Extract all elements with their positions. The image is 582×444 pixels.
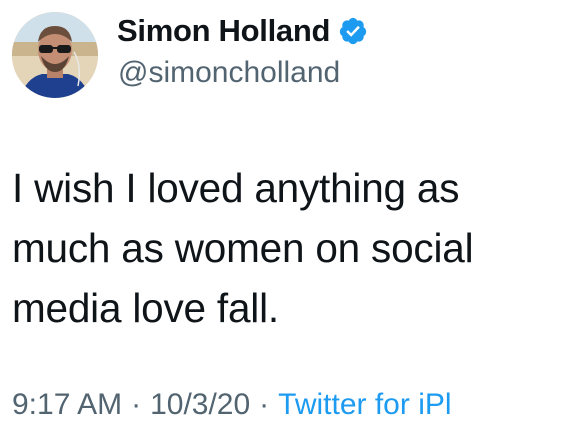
tweet-card: Simon Holland @simoncholland I wish I lo… xyxy=(0,0,582,444)
profile-photo xyxy=(12,12,98,98)
tweet-time[interactable]: 9:17 AM xyxy=(12,388,122,421)
author-name-row: Simon Holland xyxy=(117,10,368,52)
tweet-text-line: I wish I loved anything as xyxy=(12,165,460,211)
tweet-date[interactable]: 10/3/20 xyxy=(150,388,250,421)
tweet-text-line: much as women on social xyxy=(12,225,474,271)
tweet-text-line: media love fall. xyxy=(12,285,279,331)
tweet-source-link[interactable]: Twitter for iPl xyxy=(278,388,451,421)
tweet-meta: 9:17 AM · 10/3/20 · Twitter for iPl xyxy=(12,388,452,422)
verified-badge-icon xyxy=(338,16,368,46)
username-handle[interactable]: @simoncholland xyxy=(118,56,340,90)
meta-separator: · xyxy=(131,388,142,421)
display-name[interactable]: Simon Holland xyxy=(117,13,330,49)
meta-separator: · xyxy=(259,388,270,421)
tweet-text: I wish I loved anything as much as women… xyxy=(12,158,580,338)
avatar[interactable] xyxy=(12,12,98,98)
